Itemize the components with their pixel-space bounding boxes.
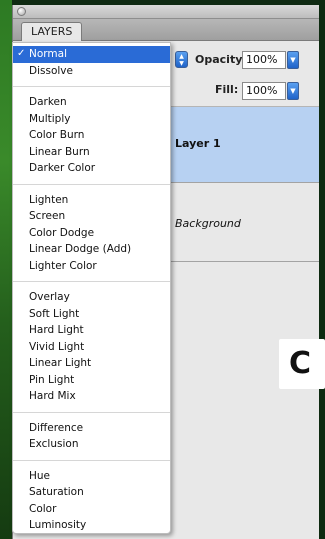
- blend-mode-item[interactable]: Overlay: [13, 289, 170, 306]
- blend-mode-item[interactable]: Dissolve: [13, 63, 170, 80]
- opacity-input[interactable]: 100%: [242, 51, 286, 69]
- check-icon: ✓: [17, 48, 26, 59]
- blend-mode-item[interactable]: Lighter Color: [13, 258, 170, 275]
- blend-mode-item[interactable]: Hue: [13, 468, 170, 485]
- menu-separator: [13, 405, 170, 420]
- layer-name: Background: [175, 217, 241, 230]
- blend-mode-item[interactable]: Darker Color: [13, 160, 170, 177]
- blend-mode-item[interactable]: Multiply: [13, 111, 170, 128]
- menu-separator: [13, 177, 170, 192]
- opacity-dropdown-icon[interactable]: ▼: [287, 51, 299, 69]
- blend-mode-item[interactable]: Saturation: [13, 484, 170, 501]
- blend-mode-arrows-icon[interactable]: ▲ ▼: [175, 51, 188, 68]
- fill-input[interactable]: 100%: [242, 82, 286, 100]
- background-right: [319, 0, 325, 539]
- blend-mode-item[interactable]: Soft Light: [13, 306, 170, 323]
- blend-mode-item[interactable]: Linear Burn: [13, 144, 170, 161]
- blend-mode-item[interactable]: Hard Mix: [13, 388, 170, 405]
- callout-label: C: [279, 339, 325, 389]
- fill-dropdown-icon[interactable]: ▼: [287, 82, 299, 100]
- layer-name: Layer 1: [175, 137, 221, 150]
- blend-mode-item[interactable]: Linear Light: [13, 355, 170, 372]
- blend-mode-item[interactable]: Color: [13, 501, 170, 518]
- blend-mode-item[interactable]: Pin Light: [13, 372, 170, 389]
- panel-tab-bar: LAYERS: [13, 19, 319, 41]
- panel-title-bar: [13, 5, 319, 19]
- fill-label: Fill:: [215, 83, 239, 96]
- blend-mode-item[interactable]: Color Dodge: [13, 225, 170, 242]
- blend-mode-item[interactable]: ✓ Normal: [13, 46, 170, 63]
- menu-separator: [13, 274, 170, 289]
- tab-layers[interactable]: LAYERS: [21, 22, 83, 41]
- blend-mode-item-label: Normal: [29, 48, 67, 60]
- blend-mode-menu: ✓ Normal Dissolve Darken Multiply Color Burn L…: [12, 42, 171, 534]
- blend-mode-item[interactable]: Color Burn: [13, 127, 170, 144]
- menu-separator: [13, 79, 170, 94]
- blend-mode-item[interactable]: Difference: [13, 420, 170, 437]
- blend-mode-item[interactable]: Screen: [13, 208, 170, 225]
- blend-mode-item[interactable]: Lighten: [13, 192, 170, 209]
- menu-separator: [13, 453, 170, 468]
- blend-mode-item[interactable]: Luminosity: [13, 517, 170, 534]
- blend-mode-item[interactable]: Hard Light: [13, 322, 170, 339]
- blend-mode-item[interactable]: Vivid Light: [13, 339, 170, 356]
- close-icon[interactable]: [17, 7, 26, 16]
- blend-mode-item[interactable]: Exclusion: [13, 436, 170, 453]
- blend-mode-item[interactable]: Linear Dodge (Add): [13, 241, 170, 258]
- background-left: [0, 0, 12, 539]
- blend-mode-item[interactable]: Darken: [13, 94, 170, 111]
- opacity-label: Opacity:: [195, 53, 247, 66]
